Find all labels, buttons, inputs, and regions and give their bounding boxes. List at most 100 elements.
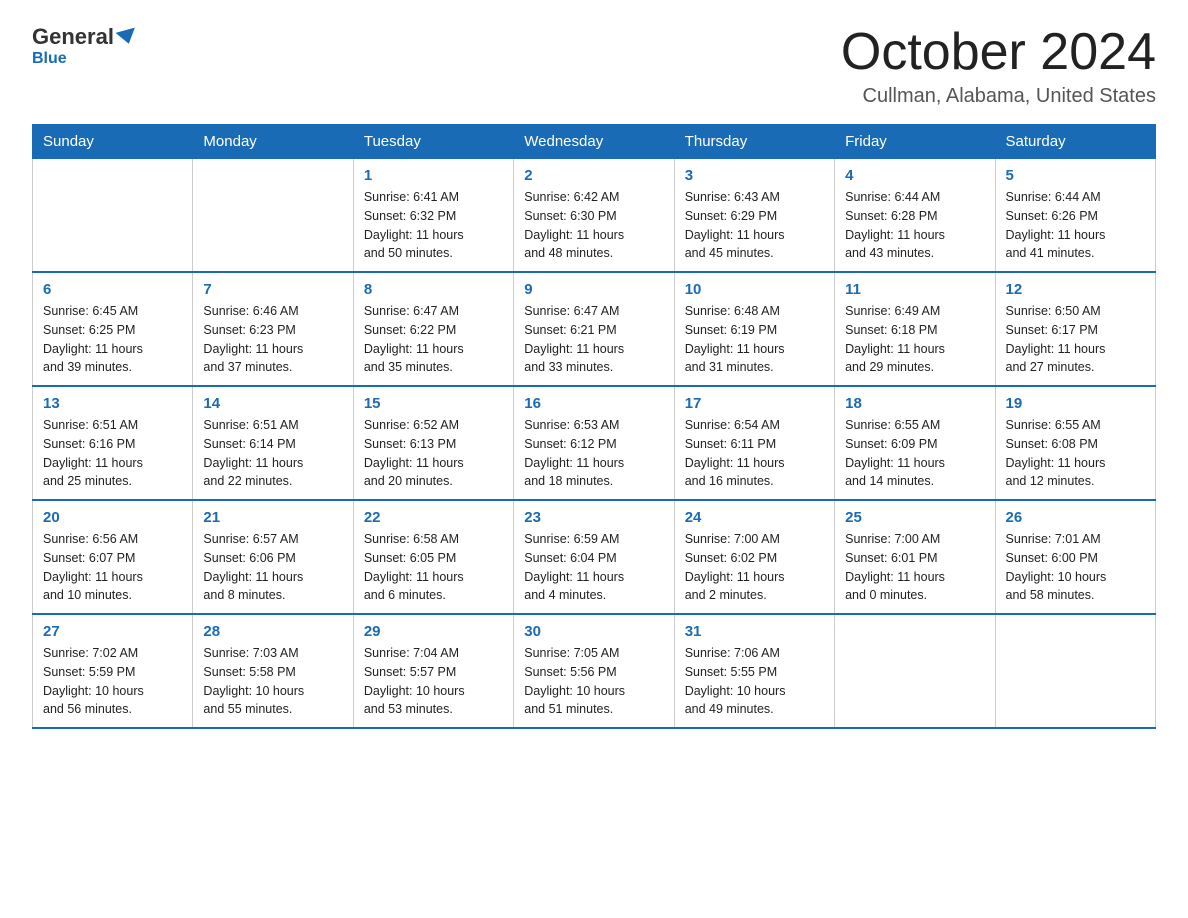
calendar-cell: 26 Sunrise: 7:01 AMSunset: 6:00 PMDayligh… [995, 500, 1155, 614]
calendar-cell: 16Sunrise: 6:53 AMSunset: 6:12 PMDayligh… [514, 386, 674, 500]
day-info: Sunrise: 6:59 AMSunset: 6:04 PMDaylight:… [524, 530, 663, 605]
day-info: Sunrise: 6:42 AMSunset: 6:30 PMDaylight:… [524, 188, 663, 263]
day-header-monday: Monday [193, 125, 353, 159]
day-number: 15 [364, 395, 503, 412]
day-number: 12 [1006, 281, 1145, 298]
week-row-3: 13Sunrise: 6:51 AMSunset: 6:16 PMDayligh… [33, 386, 1156, 500]
calendar-cell: 25 Sunrise: 7:00 AMSunset: 6:01 PMDayligh… [835, 500, 995, 614]
calendar-cell: 5Sunrise: 6:44 AMSunset: 6:26 PMDaylight… [995, 159, 1155, 273]
days-header-row: SundayMondayTuesdayWednesdayThursdayFrid… [33, 125, 1156, 159]
calendar-cell: 31 Sunrise: 7:06 AMSunset: 5:55 PMDayligh… [674, 614, 834, 728]
day-info: Sunrise: 7:06 AMSunset: 5:55 PMDaylight:… [685, 644, 824, 719]
day-number: 19 [1006, 395, 1145, 412]
day-number: 29 [364, 623, 503, 640]
day-number: 21 [203, 509, 342, 526]
day-number: 26 [1006, 509, 1145, 526]
day-info: Sunrise: 6:55 AMSunset: 6:09 PMDaylight:… [845, 416, 984, 491]
day-info: Sunrise: 6:47 AMSunset: 6:21 PMDaylight:… [524, 302, 663, 377]
day-number: 25 [845, 509, 984, 526]
week-row-1: 1 Sunrise: 6:41 AMSunset: 6:32 PMDaylight… [33, 159, 1156, 273]
day-info: Sunrise: 6:56 AMSunset: 6:07 PMDaylight:… [43, 530, 182, 605]
calendar-cell: 6 Sunrise: 6:45 AMSunset: 6:25 PMDaylight… [33, 272, 193, 386]
day-number: 30 [524, 623, 663, 640]
day-number: 7 [203, 281, 342, 298]
calendar-cell: 11 Sunrise: 6:49 AMSunset: 6:18 PMDayligh… [835, 272, 995, 386]
day-number: 24 [685, 509, 824, 526]
day-number: 23 [524, 509, 663, 526]
calendar-cell: 20 Sunrise: 6:56 AMSunset: 6:07 PMDayligh… [33, 500, 193, 614]
day-header-thursday: Thursday [674, 125, 834, 159]
calendar-cell: 24 Sunrise: 7:00 AMSunset: 6:02 PMDayligh… [674, 500, 834, 614]
calendar-cell: 9 Sunrise: 6:47 AMSunset: 6:21 PMDaylight… [514, 272, 674, 386]
week-row-4: 20 Sunrise: 6:56 AMSunset: 6:07 PMDayligh… [33, 500, 1156, 614]
day-number: 5 [1006, 167, 1145, 184]
day-number: 1 [364, 167, 503, 184]
day-number: 9 [524, 281, 663, 298]
day-info: Sunrise: 7:04 AMSunset: 5:57 PMDaylight:… [364, 644, 503, 719]
logo-blue-text: Blue [32, 50, 67, 68]
day-number: 31 [685, 623, 824, 640]
calendar-cell: 8 Sunrise: 6:47 AMSunset: 6:22 PMDaylight… [353, 272, 513, 386]
calendar-cell: 15 Sunrise: 6:52 AMSunset: 6:13 PMDayligh… [353, 386, 513, 500]
calendar-cell: 14Sunrise: 6:51 AMSunset: 6:14 PMDayligh… [193, 386, 353, 500]
day-info: Sunrise: 6:49 AMSunset: 6:18 PMDaylight:… [845, 302, 984, 377]
day-header-sunday: Sunday [33, 125, 193, 159]
day-info: Sunrise: 6:57 AMSunset: 6:06 PMDaylight:… [203, 530, 342, 605]
day-info: Sunrise: 7:00 AMSunset: 6:02 PMDaylight:… [685, 530, 824, 605]
calendar-cell: 30 Sunrise: 7:05 AMSunset: 5:56 PMDayligh… [514, 614, 674, 728]
day-info: Sunrise: 7:00 AMSunset: 6:01 PMDaylight:… [845, 530, 984, 605]
day-number: 14 [203, 395, 342, 412]
calendar-cell: 21 Sunrise: 6:57 AMSunset: 6:06 PMDayligh… [193, 500, 353, 614]
calendar-cell: 1 Sunrise: 6:41 AMSunset: 6:32 PMDaylight… [353, 159, 513, 273]
day-number: 10 [685, 281, 824, 298]
calendar-cell: 18 Sunrise: 6:55 AMSunset: 6:09 PMDayligh… [835, 386, 995, 500]
calendar-cell [995, 614, 1155, 728]
day-number: 2 [524, 167, 663, 184]
day-info: Sunrise: 6:54 AMSunset: 6:11 PMDaylight:… [685, 416, 824, 491]
calendar-cell: 7 Sunrise: 6:46 AMSunset: 6:23 PMDaylight… [193, 272, 353, 386]
calendar-cell: 17Sunrise: 6:54 AMSunset: 6:11 PMDayligh… [674, 386, 834, 500]
day-info: Sunrise: 6:46 AMSunset: 6:23 PMDaylight:… [203, 302, 342, 377]
calendar-cell [835, 614, 995, 728]
day-info: Sunrise: 7:05 AMSunset: 5:56 PMDaylight:… [524, 644, 663, 719]
day-number: 8 [364, 281, 503, 298]
day-info: Sunrise: 7:02 AMSunset: 5:59 PMDaylight:… [43, 644, 182, 719]
calendar-cell: 27Sunrise: 7:02 AMSunset: 5:59 PMDayligh… [33, 614, 193, 728]
calendar-cell: 13Sunrise: 6:51 AMSunset: 6:16 PMDayligh… [33, 386, 193, 500]
calendar-cell [33, 159, 193, 273]
logo-general-text: General [32, 24, 114, 50]
calendar-cell: 28Sunrise: 7:03 AMSunset: 5:58 PMDayligh… [193, 614, 353, 728]
day-number: 18 [845, 395, 984, 412]
day-info: Sunrise: 7:01 AMSunset: 6:00 PMDaylight:… [1006, 530, 1145, 605]
day-info: Sunrise: 6:50 AMSunset: 6:17 PMDaylight:… [1006, 302, 1145, 377]
calendar-cell: 19Sunrise: 6:55 AMSunset: 6:08 PMDayligh… [995, 386, 1155, 500]
day-number: 20 [43, 509, 182, 526]
page-header: General Blue October 2024 Cullman, Alaba… [32, 24, 1156, 108]
calendar-cell: 12 Sunrise: 6:50 AMSunset: 6:17 PMDayligh… [995, 272, 1155, 386]
day-number: 6 [43, 281, 182, 298]
week-row-5: 27Sunrise: 7:02 AMSunset: 5:59 PMDayligh… [33, 614, 1156, 728]
day-info: Sunrise: 6:52 AMSunset: 6:13 PMDaylight:… [364, 416, 503, 491]
day-number: 11 [845, 281, 984, 298]
day-header-saturday: Saturday [995, 125, 1155, 159]
logo: General Blue [32, 24, 137, 68]
week-row-2: 6 Sunrise: 6:45 AMSunset: 6:25 PMDaylight… [33, 272, 1156, 386]
calendar-cell: 4Sunrise: 6:44 AMSunset: 6:28 PMDaylight… [835, 159, 995, 273]
calendar-cell: 22 Sunrise: 6:58 AMSunset: 6:05 PMDayligh… [353, 500, 513, 614]
calendar-table: SundayMondayTuesdayWednesdayThursdayFrid… [32, 124, 1156, 729]
day-info: Sunrise: 6:47 AMSunset: 6:22 PMDaylight:… [364, 302, 503, 377]
day-info: Sunrise: 6:58 AMSunset: 6:05 PMDaylight:… [364, 530, 503, 605]
calendar-cell: 10 Sunrise: 6:48 AMSunset: 6:19 PMDayligh… [674, 272, 834, 386]
calendar-cell: 29 Sunrise: 7:04 AMSunset: 5:57 PMDayligh… [353, 614, 513, 728]
location-subtitle: Cullman, Alabama, United States [841, 85, 1156, 108]
day-header-tuesday: Tuesday [353, 125, 513, 159]
day-header-friday: Friday [835, 125, 995, 159]
calendar-cell: 3Sunrise: 6:43 AMSunset: 6:29 PMDaylight… [674, 159, 834, 273]
day-info: Sunrise: 6:48 AMSunset: 6:19 PMDaylight:… [685, 302, 824, 377]
day-info: Sunrise: 6:53 AMSunset: 6:12 PMDaylight:… [524, 416, 663, 491]
day-number: 22 [364, 509, 503, 526]
calendar-cell [193, 159, 353, 273]
day-info: Sunrise: 6:41 AMSunset: 6:32 PMDaylight:… [364, 188, 503, 263]
day-info: Sunrise: 6:45 AMSunset: 6:25 PMDaylight:… [43, 302, 182, 377]
calendar-cell: 23 Sunrise: 6:59 AMSunset: 6:04 PMDayligh… [514, 500, 674, 614]
